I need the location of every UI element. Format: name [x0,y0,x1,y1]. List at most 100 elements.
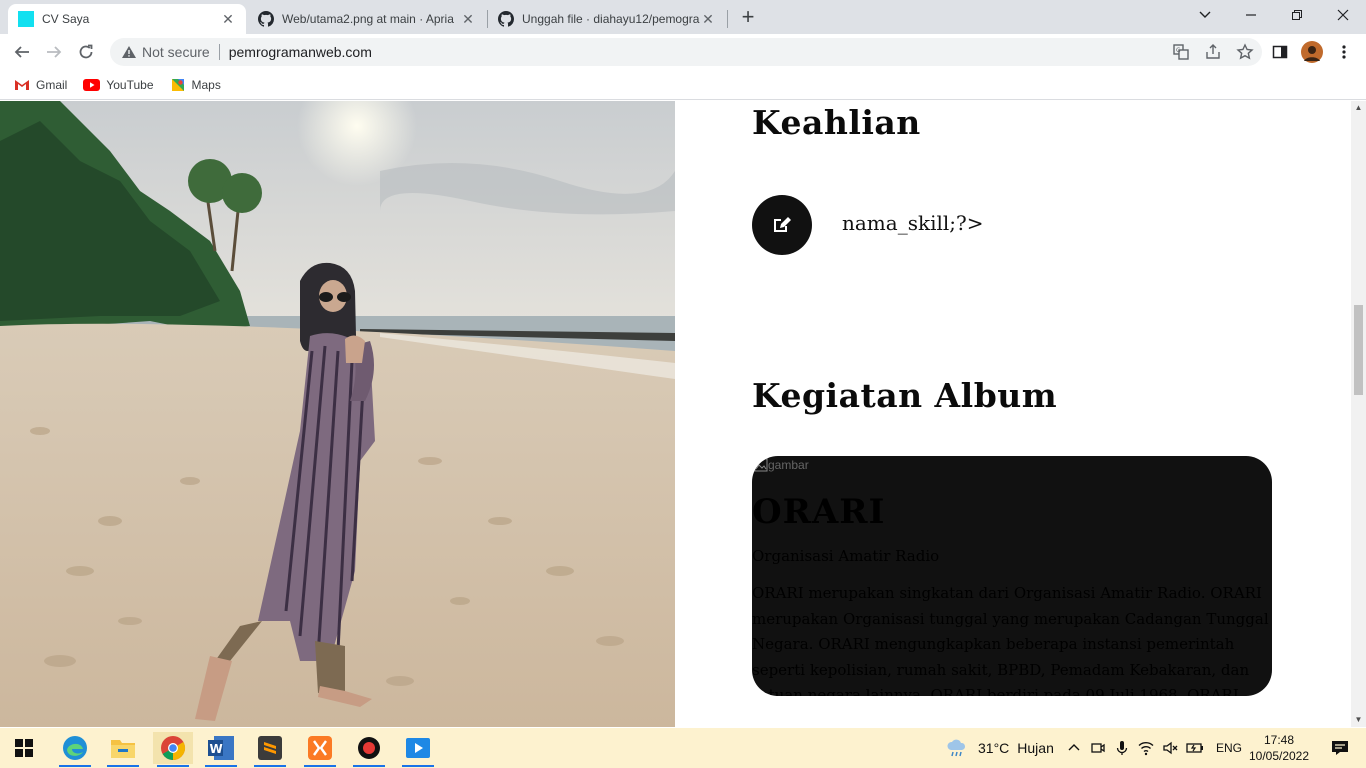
new-tab-button[interactable]: + [736,6,760,30]
cyan-square-icon [18,11,34,27]
album-card[interactable]: gambar ORARI Organisasi Amatir Radio ORA… [752,456,1272,696]
profile-photo [0,101,675,727]
share-icon[interactable] [1204,43,1222,61]
page-scrollbar[interactable]: ▲ ▼ [1351,101,1366,727]
youtube-icon [83,78,101,91]
scroll-thumb[interactable] [1354,305,1363,395]
restore-button[interactable] [1274,0,1320,30]
taskbar-chrome[interactable] [153,732,193,767]
side-panel-button[interactable] [1268,40,1292,64]
wifi-icon[interactable] [1138,740,1154,756]
bookmark-label: Gmail [36,77,68,92]
tab-search-button[interactable] [1182,0,1228,30]
taskbar-clock[interactable]: 17:48 10/05/2022 [1241,732,1317,764]
bookmarks-bar: Gmail YouTube Maps [0,70,1366,100]
bookmark-star-icon[interactable] [1236,43,1254,61]
tab-github-utama2[interactable]: Web/utama2.png at main · Apria ✕ [248,4,486,34]
reload-button[interactable] [74,40,98,64]
gmail-icon [15,79,29,90]
taskbar-sublime[interactable] [250,732,290,767]
chevron-down-icon [1199,11,1211,18]
word-icon: W [208,736,234,760]
album-image-alt: gambar [768,458,809,472]
tab-strip: CV Saya ✕ Web/utama2.png at main · Apria… [0,0,1366,34]
restore-icon [1292,10,1302,20]
taskbar-media-player[interactable] [398,732,438,767]
arrow-left-icon [14,46,29,58]
microphone-icon[interactable] [1114,740,1130,756]
tab-title: Web/utama2.png at main · Apria [282,12,454,26]
close-tab-icon[interactable]: ✕ [220,11,236,28]
beach-photo-image [0,101,675,727]
clock-time: 17:48 [1263,733,1295,747]
volume-muted-icon[interactable] [1162,740,1178,756]
browser-toolbar: Not secure pemrogramanweb.com G [0,34,1366,70]
main-content: Keahlian nama_skill;?> Kegiatan Album ga… [675,101,1351,727]
notification-center-button[interactable] [1320,732,1360,764]
tab-cv-saya[interactable]: CV Saya ✕ [8,4,246,34]
battery-charging-icon[interactable] [1186,740,1204,756]
meet-now-icon[interactable] [1090,740,1106,756]
scroll-down-icon[interactable]: ▼ [1351,713,1366,727]
clock-date: 10/05/2022 [1248,749,1310,763]
windows-taskbar: W 31°C Hujan ENG 17:48 10/05/2022 [0,728,1366,768]
forward-button[interactable] [42,40,66,64]
bookmark-label: YouTube [106,77,154,92]
bookmark-gmail[interactable]: Gmail [14,78,67,92]
close-tab-icon[interactable]: ✕ [460,11,476,28]
close-window-button[interactable] [1320,0,1366,30]
bookmark-label: Maps [191,77,221,92]
windows-logo-icon [15,739,33,757]
chevron-up-icon[interactable] [1066,740,1082,756]
weather-temp: 31°C [978,740,1010,756]
skill-icon-circle [752,195,812,255]
bookmark-youtube[interactable]: YouTube [83,77,154,92]
start-button[interactable] [4,732,44,764]
taskbar-word[interactable]: W [201,732,241,767]
minimize-icon [1246,14,1256,16]
github-icon [498,11,514,27]
back-button[interactable] [10,40,34,64]
skills-heading: Keahlian [752,103,921,142]
security-status[interactable]: Not secure [142,44,210,60]
translate-icon[interactable]: G [1172,43,1190,61]
edge-icon [63,736,87,760]
svg-text:W: W [210,742,223,756]
system-tray: ENG [1066,728,1242,768]
bookmark-maps[interactable]: Maps [170,77,221,93]
taskbar-edge[interactable] [55,732,95,767]
scroll-up-icon[interactable]: ▲ [1351,101,1366,115]
address-bar[interactable]: Not secure pemrogramanweb.com G [110,38,1262,66]
taskbar-recorder[interactable] [349,732,389,767]
language-indicator[interactable]: ENG [1216,741,1242,755]
profile-button[interactable] [1300,40,1324,64]
weather-widget[interactable]: 31°C Hujan [946,728,1054,768]
folder-icon [111,740,135,758]
taskbar-xampp[interactable] [300,732,340,767]
sublime-icon [258,736,282,760]
tab-github-unggah[interactable]: Unggah file · diahayu12/pemogra ✕ [488,4,726,34]
album-subtitle: Organisasi Amatir Radio [752,547,940,565]
weather-condition: Hujan [1017,740,1054,756]
video-player-icon [406,738,430,758]
tab-title: Unggah file · diahayu12/pemogra [522,12,700,26]
notification-icon [1332,741,1348,755]
close-tab-icon[interactable]: ✕ [700,11,716,28]
album-title: ORARI [752,492,886,532]
github-icon [258,11,274,27]
side-panel-icon [1272,45,1288,59]
svg-text:G: G [1176,47,1181,54]
skill-name: nama_skill;?> [842,211,984,235]
avatar-icon [1301,41,1323,63]
menu-button[interactable] [1332,40,1356,64]
taskbar-file-explorer[interactable] [103,732,143,767]
tab-divider [727,10,728,28]
minimize-button[interactable] [1228,0,1274,30]
url-text[interactable]: pemrogramanweb.com [229,44,372,60]
kebab-menu-icon [1342,45,1346,59]
maps-icon [171,78,184,91]
broken-image-icon [754,458,768,472]
xampp-icon [308,736,332,760]
warning-icon [122,46,136,58]
chrome-icon [161,736,186,760]
